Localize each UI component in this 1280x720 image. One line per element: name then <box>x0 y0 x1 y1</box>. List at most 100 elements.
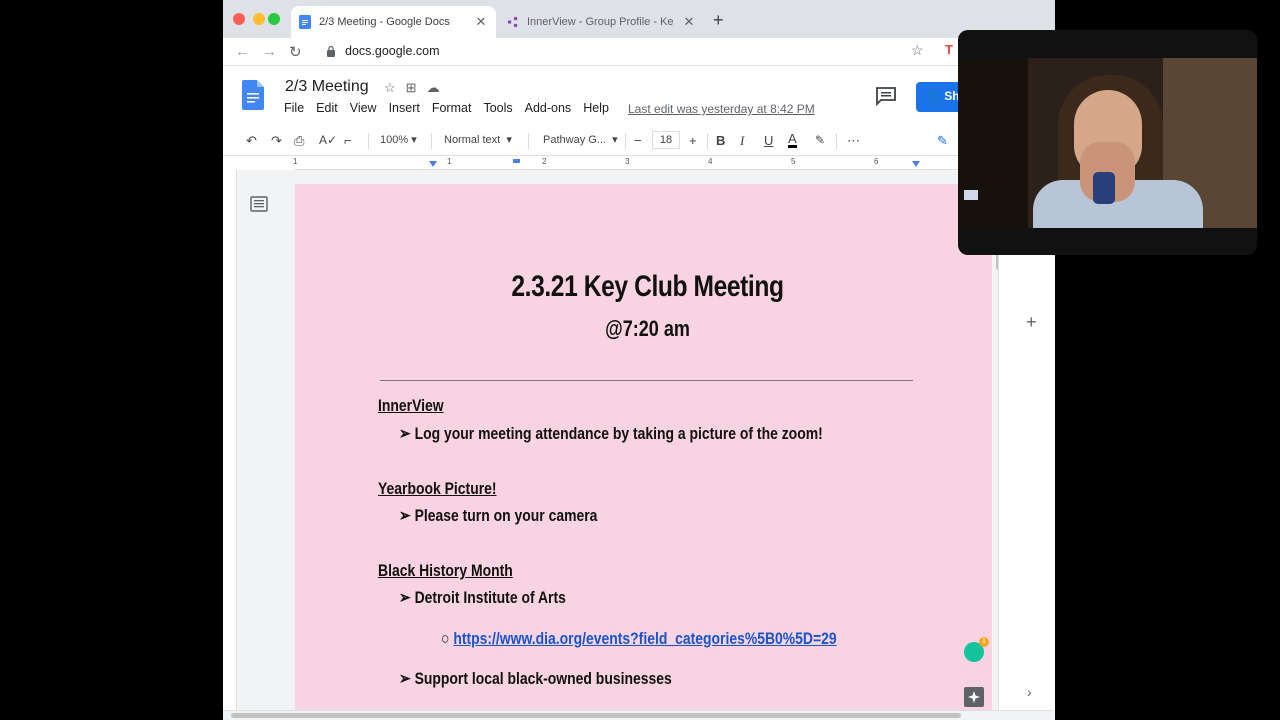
forward-icon[interactable]: → <box>262 43 277 60</box>
horizontal-scrollbar[interactable] <box>223 710 1055 720</box>
bold-icon[interactable]: B <box>716 133 725 148</box>
circle-bullet-icon: ○ <box>441 629 450 648</box>
section-title-innerview: InnerView <box>378 396 444 415</box>
move-folder-icon[interactable]: ⊞ <box>406 80 417 96</box>
right-margin-marker-icon[interactable] <box>912 161 920 167</box>
list-item-text: Please turn on your camera <box>414 506 598 525</box>
tab-title: InnerView - Group Profile - Ke <box>527 16 674 28</box>
left-margin-marker-icon[interactable] <box>429 161 437 167</box>
grammarly-count-badge: 1 <box>979 637 989 647</box>
arrow-bullet-icon: ➢ <box>399 669 411 688</box>
arrow-bullet-icon: ➢ <box>399 506 411 525</box>
close-tab-icon[interactable]: ✕ <box>682 14 696 30</box>
ruler-mark: 1 <box>293 157 298 166</box>
webcam-video-overlay[interactable] <box>958 30 1257 255</box>
share-person-icon: 👤 <box>926 89 941 103</box>
cloud-saved-icon[interactable]: ☁ <box>427 80 440 96</box>
new-tab-icon[interactable]: + <box>713 10 724 31</box>
bookmark-star-icon[interactable]: ☆ <box>911 42 924 59</box>
menu-addons[interactable]: Add-ons <box>525 101 572 115</box>
comments-icon[interactable] <box>875 86 899 106</box>
horizontal-scroll-thumb[interactable] <box>231 713 961 718</box>
document-title[interactable]: 2/3 Meeting <box>285 78 369 96</box>
increase-font-size-icon[interactable]: + <box>689 133 697 148</box>
menu-file[interactable]: File <box>284 101 304 115</box>
list-item: ➢ Please turn on your camera <box>399 506 597 526</box>
list-item: ○ https://www.dia.org/events?field_categ… <box>441 629 837 649</box>
extension-icon[interactable]: T <box>945 42 953 57</box>
horizontal-divider <box>380 380 913 381</box>
address-bar-row: ← → ↻ docs.google.com ☆ T <box>223 38 1055 66</box>
document-outline-icon[interactable] <box>250 196 268 212</box>
menu-help[interactable]: Help <box>583 101 609 115</box>
font-size-input[interactable]: 18 <box>652 131 680 149</box>
close-window-button[interactable] <box>233 13 245 25</box>
explore-icon[interactable] <box>963 686 985 708</box>
innerview-icon <box>507 16 518 28</box>
formatting-toolbar: ↶ ↷ ⎙ A✓ ⌐ 100% ▾ Normal text ▾ Pathway … <box>223 126 1055 156</box>
ruler-mark: 5 <box>791 157 796 166</box>
document-page[interactable]: 2.3.21 Key Club Meeting @7:20 am InnerVi… <box>295 184 992 710</box>
menu-tools[interactable]: Tools <box>483 101 512 115</box>
print-icon[interactable]: ⎙ <box>294 133 304 149</box>
redo-icon[interactable]: ↷ <box>271 133 282 149</box>
list-item: ➢ Log your meeting attendance by taking … <box>399 424 823 444</box>
decrease-font-size-icon[interactable]: − <box>634 133 642 148</box>
maximize-window-button[interactable] <box>268 13 280 25</box>
tab-title: 2/3 Meeting - Google Docs <box>319 16 450 28</box>
paint-format-icon[interactable]: ⌐ <box>344 133 352 148</box>
menu-view[interactable]: View <box>350 101 377 115</box>
minimize-window-button[interactable] <box>253 13 265 25</box>
italic-icon[interactable]: I <box>740 133 744 149</box>
more-options-icon[interactable]: ⋯ <box>847 133 860 149</box>
vertical-ruler <box>223 170 237 710</box>
highlight-icon[interactable]: ✎ <box>815 133 825 147</box>
style-select[interactable]: Normal text ▾ <box>444 133 512 146</box>
list-item-text: Support local black-owned businesses <box>414 669 672 688</box>
text-color-icon[interactable]: A <box>788 132 797 148</box>
zoom-select[interactable]: 100% ▾ <box>380 133 417 146</box>
tab-innerview[interactable]: InnerView - Group Profile - Ke ✕ <box>499 6 704 38</box>
menu-format[interactable]: Format <box>432 101 472 115</box>
docs-header: 2/3 Meeting ☆ ⊞ ☁ File Edit View Insert … <box>223 66 1055 126</box>
ruler-mark: 6 <box>874 157 879 166</box>
back-icon[interactable]: ← <box>235 43 250 60</box>
list-item-text: Log your meeting attendance by taking a … <box>414 424 823 443</box>
list-item: ➢ Detroit Institute of Arts <box>399 588 566 608</box>
ruler-mark: 3 <box>625 157 630 166</box>
menu-edit[interactable]: Edit <box>316 101 338 115</box>
section-title-black-history: Black History Month <box>378 561 513 580</box>
dia-events-link[interactable]: https://www.dia.org/events?field_categor… <box>453 629 836 648</box>
section-title-yearbook: Yearbook Picture! <box>378 479 497 498</box>
style-value: Normal text <box>444 134 501 146</box>
ruler-mark: 4 <box>708 157 713 166</box>
reload-icon[interactable]: ↻ <box>289 43 302 61</box>
background-monitor <box>964 190 978 200</box>
tab-google-docs[interactable]: 2/3 Meeting - Google Docs ✕ <box>291 6 496 38</box>
document-canvas: 2.3.21 Key Club Meeting @7:20 am InnerVi… <box>223 170 1055 710</box>
spellcheck-icon[interactable]: A✓ <box>319 133 337 147</box>
water-bottle <box>1093 172 1115 204</box>
zoom-value: 100% <box>380 134 409 146</box>
close-tab-icon[interactable]: ✕ <box>474 14 488 30</box>
editing-mode-icon[interactable]: ✎ <box>937 133 948 149</box>
undo-icon[interactable]: ↶ <box>246 133 257 149</box>
show-side-panel-icon[interactable]: › <box>1027 684 1032 700</box>
arrow-bullet-icon: ➢ <box>399 424 411 443</box>
get-addons-icon[interactable]: + <box>1026 312 1037 333</box>
font-value: Pathway G... <box>543 134 606 146</box>
menu-insert[interactable]: Insert <box>389 101 420 115</box>
underline-icon[interactable]: U <box>764 133 773 148</box>
font-select[interactable]: Pathway G... ▾ <box>543 133 618 146</box>
star-icon[interactable]: ☆ <box>384 80 396 96</box>
menu-bar: File Edit View Insert Format Tools Add-o… <box>284 101 609 115</box>
indent-marker-icon[interactable] <box>513 159 520 163</box>
last-edit-link[interactable]: Last edit was yesterday at 8:42 PM <box>628 102 815 116</box>
document-subheading: @7:20 am <box>605 316 690 341</box>
ruler-mark: 2 <box>542 157 547 166</box>
browser-window: 2/3 Meeting - Google Docs ✕ InnerView - … <box>223 0 1055 720</box>
tab-strip: 2/3 Meeting - Google Docs ✕ InnerView - … <box>223 0 1055 38</box>
url-text[interactable]: docs.google.com <box>345 44 440 58</box>
horizontal-ruler: 1 1 2 3 4 5 6 <box>293 156 995 170</box>
google-docs-logo-icon[interactable] <box>242 80 264 110</box>
